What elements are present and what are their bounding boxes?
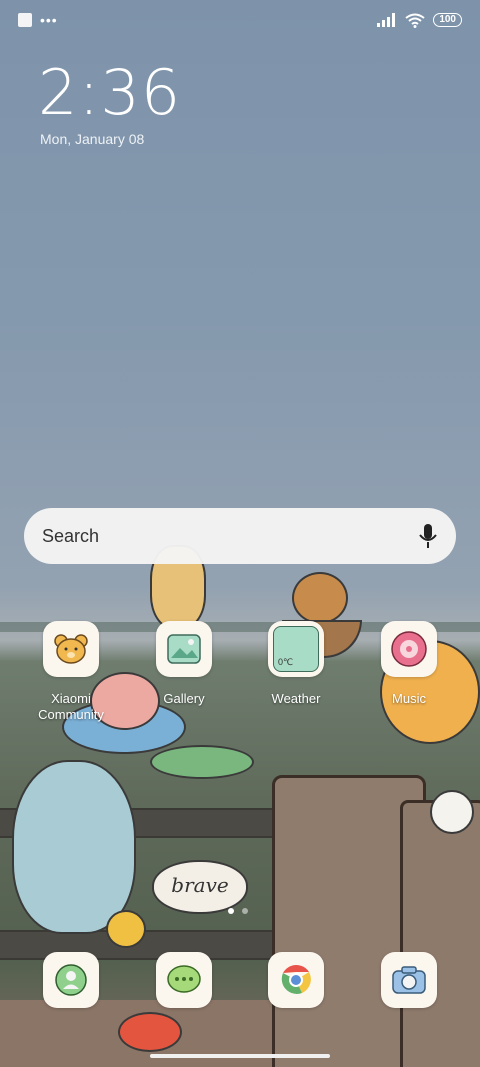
weather-temp: 0℃ [278,657,294,667]
app-gallery[interactable]: Gallery [134,621,234,707]
app-label: Xiaomi Community [38,691,104,722]
microphone-icon[interactable] [418,523,438,549]
clock-date[interactable]: Mon, January 08 [40,131,144,147]
dock-camera[interactable] [359,952,459,1008]
wifi-icon [405,13,425,28]
status-bar: ••• 100 [18,8,462,32]
seagull-character [430,790,474,834]
chrome-icon[interactable] [268,952,324,1008]
page-dot-active [228,908,234,914]
search-bar[interactable]: Search [24,508,456,564]
more-notifications-icon: ••• [40,12,58,28]
battery-indicator: 100 [433,13,462,27]
app-label: Gallery [163,691,205,706]
camera-icon[interactable] [381,952,437,1008]
crocodile-character [150,745,254,779]
phone-contact-icon[interactable] [43,952,99,1008]
app-xiaomi-community[interactable]: Xiaomi Community [21,621,121,723]
duckling-character [106,910,146,948]
app-music[interactable]: Music [359,621,459,707]
page-dot [242,908,248,914]
music-icon[interactable] [381,621,437,677]
bear-character [292,572,348,624]
bear-face-icon[interactable] [43,621,99,677]
page-indicator [228,908,248,914]
app-weather[interactable]: 0℃ Weather [246,621,346,707]
app-label: Weather [271,691,321,706]
app-label: Music [392,691,426,706]
message-icon[interactable] [156,952,212,1008]
clock-time[interactable]: 2:36 [38,56,181,129]
gallery-icon[interactable] [156,621,212,677]
home-gesture-bar[interactable] [150,1054,330,1058]
search-placeholder: Search [42,525,100,546]
notification-icon [18,13,32,27]
brave-text: brave [171,873,229,897]
weather-icon[interactable]: 0℃ [268,621,324,677]
cat-character [12,760,136,934]
speech-bubble: brave [152,860,248,914]
crab-character [118,1012,182,1052]
dock-phone[interactable] [21,952,121,1008]
signal-icon [377,13,396,27]
pier-pillar [400,800,480,1067]
dock-messages[interactable] [134,952,234,1008]
dock-browser[interactable] [246,952,346,1008]
